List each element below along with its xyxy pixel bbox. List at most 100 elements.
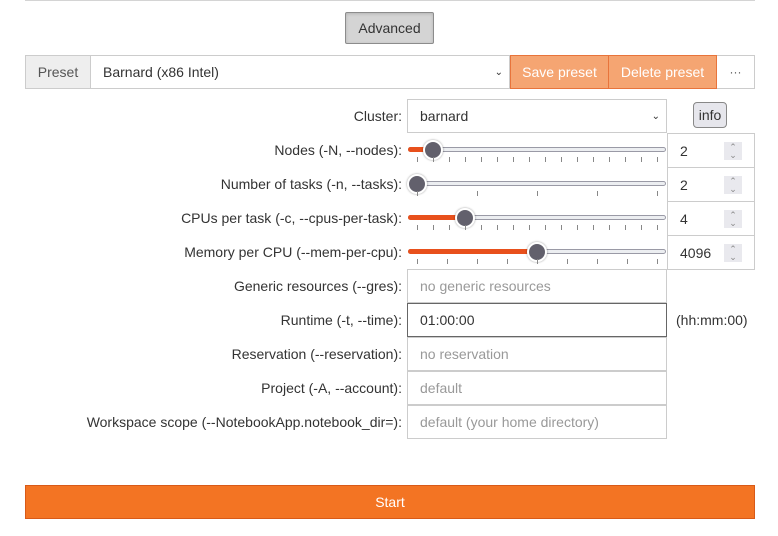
slider-tick [537,259,538,264]
slider-tick [481,225,482,230]
chevron-down-icon: ⌄ [651,111,660,122]
number-value: 2 [680,176,688,193]
slider-tick [567,259,568,264]
slider-row: Memory per CPU (--mem-per-cpu): 4096 ⌃ ⌄ [0,235,778,270]
number-value: 4096 [680,244,712,261]
delete-preset-button[interactable]: Delete preset [609,55,717,89]
slider-tick [593,157,594,162]
slider-tick [597,191,598,196]
runtime-format-hint: (hh:mm:00) [676,312,748,328]
slider-tick [625,225,626,230]
cluster-info-button[interactable]: info [693,102,727,128]
spinner-icon[interactable]: ⌃ ⌄ [724,210,742,228]
runtime-input[interactable]: 01:00:00 [407,303,667,337]
slider-tick [641,225,642,230]
project-row: Project (-A, --account): default [0,371,778,405]
slider-tick [433,157,434,162]
gres-row: Generic resources (--gres): no generic re… [0,269,778,303]
slider-tick [417,191,418,196]
cluster-select[interactable]: barnard ⌄ [407,99,667,133]
slider-track[interactable] [408,147,666,152]
slider-track[interactable] [408,181,666,186]
field-label: Workspace scope (--NotebookApp.notebook_… [86,414,402,430]
slider-tick [477,259,478,264]
slider-tick [497,225,498,230]
number-value: 4 [680,210,688,227]
workspace-row: Workspace scope (--NotebookApp.notebook_… [0,405,778,439]
more-options-button[interactable]: ··· [717,55,755,89]
preset-select[interactable]: Barnard (x86 Intel) ⌄ [91,55,510,89]
start-button[interactable]: Start [25,485,755,519]
slider-tick [657,225,658,230]
number-input[interactable]: 4 ⌃ ⌄ [667,201,755,236]
field-label: Project (-A, --account): [261,380,402,396]
slider-tick [537,191,538,196]
slider-tick [433,225,434,230]
slider-tick [609,225,610,230]
slider-tick [417,157,418,162]
field-text: no reservation [420,346,509,362]
range-slider[interactable] [407,133,667,167]
slider-tick [627,259,628,264]
spinner-icon[interactable]: ⌃ ⌄ [724,142,742,160]
range-slider[interactable] [407,167,667,201]
range-slider[interactable] [407,201,667,235]
slider-tick [513,225,514,230]
reservation-input[interactable]: no reservation [407,337,667,371]
slider-tick [465,225,466,230]
slider-tick [449,157,450,162]
slider-fill [408,249,538,254]
preset-label: Preset [25,55,91,89]
slider-label: Memory per CPU (--mem-per-cpu): [184,244,402,260]
number-input[interactable]: 2 ⌃ ⌄ [667,167,755,202]
preset-selected-value: Barnard (x86 Intel) [103,64,219,80]
top-divider [25,0,755,1]
save-preset-button[interactable]: Save preset [510,55,609,89]
slider-tick [481,157,482,162]
slider-tick [529,157,530,162]
slider-tick [477,191,478,196]
slider-tick [577,225,578,230]
slider-tick [507,259,508,264]
slider-tick [513,157,514,162]
slider-tick [609,157,610,162]
cluster-selected-value: barnard [420,108,469,124]
field-label: Runtime (-t, --time): [280,312,402,328]
reservation-row: Reservation (--reservation): no reservati… [0,337,778,371]
slider-tick [657,259,658,264]
slider-tick [641,157,642,162]
slider-label: Nodes (-N, --nodes): [274,142,402,158]
spinner-icon[interactable]: ⌃ ⌄ [724,244,742,262]
number-value: 2 [680,142,688,159]
slider-tick [529,225,530,230]
advanced-button[interactable]: Advanced [345,12,434,44]
slider-tick [497,157,498,162]
workspace-input[interactable]: default (your home directory) [407,405,667,439]
slider-row: Number of tasks (-n, --tasks): 2 ⌃ ⌄ [0,167,778,202]
field-text: no generic resources [420,278,551,294]
preset-bar: Preset Barnard (x86 Intel) ⌄ Save preset… [25,55,755,89]
slider-tick [545,225,546,230]
slider-tick [657,157,658,162]
gres-input[interactable]: no generic resources [407,269,667,303]
slider-tick [545,157,546,162]
slider-label: Number of tasks (-n, --tasks): [220,176,402,192]
number-input[interactable]: 2 ⌃ ⌄ [667,133,755,168]
slider-label: CPUs per task (-c, --cpus-per-task): [181,210,402,226]
slider-tick [597,259,598,264]
slider-tick [417,259,418,264]
slider-tick [657,191,658,196]
slider-tick [447,259,448,264]
chevron-down-icon: ⌄ [494,67,503,78]
field-text: default (your home directory) [420,414,599,430]
number-input[interactable]: 4096 ⌃ ⌄ [667,235,755,270]
field-label: Reservation (--reservation): [231,346,402,362]
slider-tick [577,157,578,162]
field-label: Generic resources (--gres): [233,278,402,294]
range-slider[interactable] [407,235,667,269]
slider-tick [593,225,594,230]
spinner-icon[interactable]: ⌃ ⌄ [724,176,742,194]
cluster-label: Cluster: [353,108,402,124]
slider-tick [561,157,562,162]
project-input[interactable]: default [407,371,667,405]
